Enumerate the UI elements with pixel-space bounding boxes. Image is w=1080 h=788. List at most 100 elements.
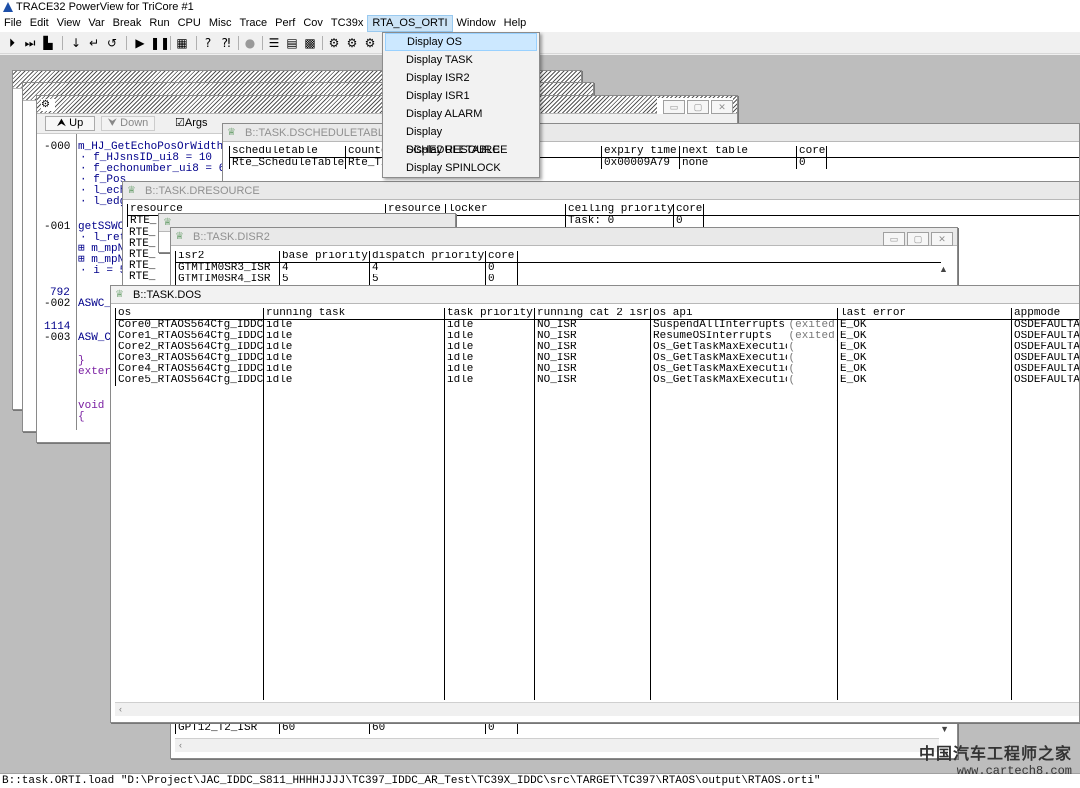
source-line[interactable]: · i = 5: [80, 266, 126, 277]
menu-cpu[interactable]: CPU: [174, 15, 205, 32]
help-icon[interactable]: ?: [200, 35, 216, 51]
go-icon[interactable]: ▶: [132, 35, 148, 51]
column-header[interactable]: running cat 2 isr: [534, 308, 651, 320]
column-header[interactable]: isr2: [175, 251, 280, 263]
monitor-icon[interactable]: ▦: [174, 35, 190, 51]
step-over-icon[interactable]: ⏭: [22, 35, 38, 51]
menu-item-display-scheduletable[interactable]: Display SCHEDULETABLE: [385, 123, 537, 156]
up-button[interactable]: ⮝ Up: [45, 116, 95, 131]
source-line[interactable]: · l_edg: [80, 197, 126, 208]
menu-item-display-alarm[interactable]: Display ALARM: [385, 105, 537, 123]
table-row[interactable]: Core4_RTAOS564Cfg_IDDC idle idle NO_ISR …: [115, 364, 1079, 375]
menu-file[interactable]: File: [0, 15, 26, 32]
menu-trace[interactable]: Trace: [235, 15, 271, 32]
close-button[interactable]: ✕: [711, 100, 733, 114]
window-titlebar[interactable]: ♕ B::TASK.DISR2 ▭ ▢ ✕: [171, 228, 957, 246]
step-return-icon[interactable]: ↵: [86, 35, 102, 51]
column-header[interactable]: counte: [345, 146, 386, 158]
menu-item-display-spinlock[interactable]: Display SPINLOCK: [385, 159, 537, 177]
table-row[interactable]: Core5_RTAOS564Cfg_IDDC idle idle NO_ISR …: [115, 375, 1079, 386]
table-row[interactable]: Core2_RTAOS564Cfg_IDDC idle idle NO_ISR …: [115, 342, 1079, 353]
os-resource-icon[interactable]: ⚙: [344, 35, 360, 51]
column-header[interactable]: dispatch priority: [369, 251, 486, 263]
menu-window[interactable]: Window: [453, 15, 500, 32]
column-header[interactable]: running task: [263, 308, 445, 320]
list-icon[interactable]: ☰: [266, 35, 282, 51]
menu-help[interactable]: Help: [500, 15, 531, 32]
source-line[interactable]: ASWC_: [78, 299, 111, 310]
register-icon[interactable]: ▩: [302, 35, 318, 51]
column-header[interactable]: base priority: [279, 251, 370, 263]
context-help-icon[interactable]: ⁈: [218, 35, 234, 51]
table-row[interactable]: GTMTIM0SR4_ISR 5 5 0: [175, 274, 941, 285]
args-checkbox[interactable]: ☑Args: [175, 116, 208, 131]
scroll-down-icon[interactable]: ▼: [940, 724, 949, 734]
close-button[interactable]: ✕: [931, 232, 953, 246]
cell: none: [679, 157, 797, 169]
menu-misc[interactable]: Misc: [205, 15, 236, 32]
window-titlebar[interactable]: ♕ B::TASK.DOS: [111, 286, 1079, 304]
column-header[interactable]: ceiling priority: [565, 204, 674, 216]
os-display-icon[interactable]: ⚙: [362, 35, 378, 51]
column-header[interactable]: last error: [837, 308, 1012, 320]
column-header[interactable]: locker: [445, 204, 566, 216]
column-header[interactable]: task priority: [444, 308, 535, 320]
menu-break[interactable]: Break: [109, 15, 146, 32]
table-row[interactable]: Core1_RTAOS564Cfg_IDDC idle idle NO_ISR …: [115, 331, 1079, 342]
maximize-button[interactable]: ▢: [907, 232, 929, 246]
source-line[interactable]: ASW_C: [78, 333, 111, 344]
cell: Core3_RTAOS564Cfg_IDDC: [115, 353, 264, 364]
down-button[interactable]: ⮟ Down: [101, 116, 155, 131]
minimize-button[interactable]: ▭: [883, 232, 905, 246]
menu-run[interactable]: Run: [145, 15, 173, 32]
menu-tc39x[interactable]: TC39x: [327, 15, 367, 32]
step-chart-icon[interactable]: ▙: [40, 35, 56, 51]
window-titlebar[interactable]: ♕ B::TASK.DSCHEDULETABLE: [223, 124, 1079, 142]
menu-cov[interactable]: Cov: [299, 15, 327, 32]
menu-rta-os-orti[interactable]: RTA_OS_ORTI: [367, 15, 453, 32]
source-line[interactable]: {: [78, 412, 85, 423]
column-header[interactable]: scheduletable: [229, 146, 346, 158]
os-task-icon[interactable]: ⚙: [326, 35, 342, 51]
menu-var[interactable]: Var: [84, 15, 108, 32]
horizontal-scrollbar[interactable]: ‹: [175, 738, 939, 752]
maximize-button[interactable]: ▢: [687, 100, 709, 114]
menu-item-display-task[interactable]: Display TASK: [385, 51, 537, 69]
column-header[interactable]: os api: [649, 308, 838, 320]
os-window[interactable]: ♕ B::TASK.DOS os running task task prior…: [110, 285, 1080, 723]
memory-icon[interactable]: ▤: [284, 35, 300, 51]
window-titlebar[interactable]: ♕ B::TASK.DRESOURCE: [123, 182, 1079, 200]
cell: Core2_RTAOS564Cfg_IDDC: [115, 342, 264, 353]
column-header[interactable]: expiry time: [601, 146, 680, 158]
table-row[interactable]: Rte_ScheduleTable Rte_Ti 0x00009A79 none…: [229, 157, 1079, 169]
step-up-icon[interactable]: ↺: [104, 35, 120, 51]
column-header[interactable]: core: [485, 251, 518, 263]
column-header[interactable]: core: [673, 204, 704, 216]
menu-item-display-os[interactable]: Display OS: [385, 33, 537, 51]
column-header[interactable]: core: [796, 146, 827, 158]
table-row[interactable]: Core0_RTAOS564Cfg_IDDC idle idle NO_ISR …: [115, 319, 1079, 331]
menu-perf[interactable]: Perf: [271, 15, 299, 32]
column-header[interactable]: os: [115, 308, 264, 320]
column-header[interactable]: appmode: [1011, 308, 1079, 320]
break-icon[interactable]: ❚❚: [150, 35, 170, 51]
stop-icon[interactable]: ●: [242, 35, 258, 51]
step-icon[interactable]: ⏵: [4, 35, 20, 51]
scroll-up-icon[interactable]: ▲: [939, 264, 951, 276]
table-row[interactable]: GTMTIM0SR3_ISR 4 4 0: [175, 262, 941, 274]
minimize-button[interactable]: ▭: [663, 100, 685, 114]
step-down-icon[interactable]: ↓: [68, 35, 84, 51]
table-row[interactable]: Core3_RTAOS564Cfg_IDDC idle idle NO_ISR …: [115, 353, 1079, 364]
task-window-icon: ♕: [175, 231, 184, 242]
menu-item-display-resource[interactable]: Display RESOURCE: [385, 141, 537, 159]
menu-view[interactable]: View: [53, 15, 85, 32]
table-row[interactable]: GPT12_T2_ISR 60 60 0: [175, 723, 941, 734]
menu-edit[interactable]: Edit: [26, 15, 53, 32]
column-divider: [837, 374, 838, 700]
horizontal-scrollbar[interactable]: ‹: [115, 702, 1079, 716]
menu-item-display-isr1[interactable]: Display ISR1: [385, 87, 537, 105]
resource-name[interactable]: RTE_: [129, 272, 155, 283]
column-header[interactable]: next table: [679, 146, 797, 158]
up-label: Up: [69, 117, 84, 129]
menu-item-display-isr2[interactable]: Display ISR2: [385, 69, 537, 87]
